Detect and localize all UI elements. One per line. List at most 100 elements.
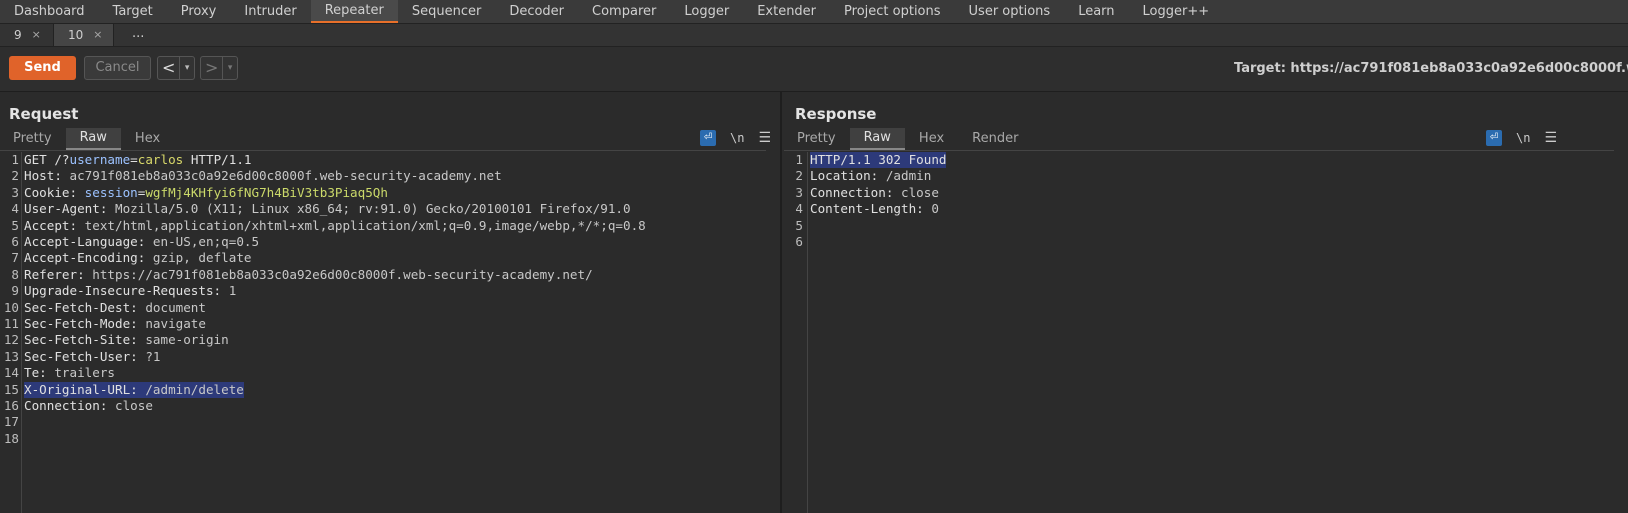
cancel-button[interactable]: Cancel	[84, 56, 151, 80]
response-view-tabs: Pretty Raw Hex Render	[784, 128, 1032, 150]
request-pane: Request Pretty Raw Hex ⏎ \n ☰ 1 GET /?use…	[0, 92, 782, 513]
header-name: Sec-Fetch-Dest:	[24, 299, 138, 315]
nav-repeater[interactable]: Repeater	[310, 0, 398, 23]
nav-extender[interactable]: Extender	[743, 0, 830, 23]
line-content: Sec-Fetch-Mode: navigate	[24, 316, 206, 332]
cookie-value: wgfMj4KHfyi6fNG7h4BiV3tb3Piaq5Qh	[145, 184, 388, 200]
chevron-down-icon[interactable]: ▾	[179, 57, 194, 79]
new-tab-button[interactable]: ...	[114, 24, 144, 46]
nav-user-options[interactable]: User options	[955, 0, 1065, 23]
nav-comparer[interactable]: Comparer	[578, 0, 670, 23]
forward-button[interactable]: > ▾	[200, 56, 238, 80]
line-number: 15	[3, 381, 19, 397]
nav-intruder[interactable]: Intruder	[230, 0, 310, 23]
line-number: 12	[3, 332, 19, 348]
chevron-left-icon: <	[161, 58, 176, 77]
word-wrap-icon[interactable]: ⏎	[700, 130, 716, 146]
line-content: Connection: close	[810, 185, 939, 201]
nav-proxy[interactable]: Proxy	[167, 0, 231, 23]
newline-toggle-icon[interactable]: \n	[730, 131, 744, 145]
request-title: Request	[9, 105, 79, 123]
response-editor-options: ⏎ \n ☰	[1486, 130, 1557, 146]
tab-pretty[interactable]: Pretty	[0, 128, 66, 150]
nav-dashboard[interactable]: Dashboard	[0, 0, 99, 23]
header-value: https://ac791f081eb8a033c0a92e6d00c8000f…	[84, 266, 593, 282]
header-value: close	[107, 398, 153, 413]
line-content: Host: ac791f081eb8a033c0a92e6d00c8000f.w…	[24, 168, 502, 184]
newline-toggle-icon[interactable]: \n	[1516, 131, 1530, 145]
header-name: Sec-Fetch-Site:	[24, 332, 138, 348]
nav-target[interactable]: Target	[99, 0, 167, 23]
line-number: 3	[11, 184, 19, 200]
header-value: Mozilla/5.0 (X11; Linux x86_64; rv:91.0)…	[107, 201, 631, 217]
nav-learn[interactable]: Learn	[1064, 0, 1128, 23]
header-name: HTTP/1.1 302 Found	[810, 152, 947, 167]
line-content: X-Original-URL: /admin/delete	[24, 381, 244, 398]
header-value: text/html,application/xhtml+xml,applicat…	[77, 217, 646, 233]
send-button[interactable]: Send	[9, 56, 76, 80]
line-number: 7	[11, 250, 19, 266]
back-button[interactable]: < ▾	[157, 56, 195, 80]
header-name: Content-Length:	[810, 201, 924, 217]
menu-icon[interactable]: ☰	[1544, 130, 1557, 146]
nav-logger-plus[interactable]: Logger++	[1129, 0, 1224, 23]
header-name: Location:	[810, 168, 879, 184]
response-pane: Response Pretty Raw Hex Render ⏎ \n ☰ 1H…	[784, 92, 1628, 513]
nav-project-options[interactable]: Project options	[830, 0, 955, 23]
main-nav: Dashboard Target Proxy Intruder Repeater…	[0, 0, 1628, 24]
tab-raw[interactable]: Raw	[65, 128, 121, 150]
request-editor[interactable]: 1 GET /?username=carlos HTTP/1.1 2 Host: ac…	[0, 152, 780, 513]
line-number: 18	[3, 430, 19, 446]
header-name: Te:	[24, 365, 47, 381]
header-name: Accept-Language:	[24, 234, 146, 249]
header-name: Connection:	[810, 184, 894, 200]
header-name: GET /?	[24, 152, 70, 167]
header-value: close	[893, 184, 939, 200]
repeater-tab-9[interactable]: 9 ×	[0, 24, 54, 46]
line-number: 1	[795, 152, 803, 167]
line-content: Upgrade-Insecure-Requests: 1	[24, 283, 236, 299]
line-number: 4	[795, 201, 803, 217]
line-number: 9	[11, 283, 19, 299]
header-name: Sec-Fetch-User:	[24, 348, 138, 364]
tab-pretty[interactable]: Pretty	[784, 128, 850, 150]
header-value: navigate	[137, 316, 206, 331]
nav-logger[interactable]: Logger	[670, 0, 743, 23]
query-param-name: username	[69, 152, 131, 167]
tab-hex[interactable]: Hex	[905, 128, 958, 150]
response-editor[interactable]: 1 HTTP/1.1 302 Found 2 Location: /admin 3 Con…	[784, 152, 1628, 513]
menu-icon[interactable]: ☰	[758, 130, 771, 146]
line-content: HTTP/1.1 302 Found	[810, 152, 947, 168]
request-protocol: HTTP/1.1	[183, 152, 252, 167]
close-icon[interactable]: ×	[32, 24, 41, 46]
line-number: 8	[11, 266, 19, 282]
line-number: 4	[11, 201, 19, 217]
header-name: X-Original-URL:	[24, 381, 138, 397]
line-content: Accept-Language: en-US,en;q=0.5	[24, 234, 259, 250]
line-content: User-Agent: Mozilla/5.0 (X11; Linux x86_…	[24, 201, 631, 217]
close-icon[interactable]: ×	[93, 24, 102, 46]
line-number: 11	[3, 316, 19, 331]
repeater-tab-10[interactable]: 10 ×	[54, 24, 114, 46]
line-number: 17	[3, 414, 19, 430]
nav-sequencer[interactable]: Sequencer	[398, 0, 495, 23]
nav-decoder[interactable]: Decoder	[495, 0, 578, 23]
line-content: GET /?username=carlos HTTP/1.1	[24, 152, 252, 168]
target-label[interactable]: Target: https://ac791f081eb8a033c0a92e6d…	[1234, 61, 1628, 76]
header-name: User-Agent:	[24, 201, 108, 217]
header-value: /admin	[878, 168, 932, 184]
line-number: 2	[11, 168, 19, 184]
tab-render[interactable]: Render	[958, 128, 1032, 150]
line-content: Connection: close	[24, 398, 153, 414]
header-value: same-origin	[137, 332, 229, 348]
tab-hex[interactable]: Hex	[121, 128, 174, 150]
tab-label: 10	[68, 28, 84, 42]
header-name: Accept:	[24, 217, 78, 233]
header-name: Cookie:	[24, 184, 78, 200]
line-number: 10	[3, 299, 19, 315]
line-content: Accept-Encoding: gzip, deflate	[24, 250, 251, 266]
line-content: Referer: https://ac791f081eb8a033c0a92e6…	[24, 267, 593, 283]
chevron-down-icon[interactable]: ▾	[222, 57, 237, 79]
word-wrap-icon[interactable]: ⏎	[1486, 130, 1502, 146]
tab-raw[interactable]: Raw	[849, 128, 905, 150]
